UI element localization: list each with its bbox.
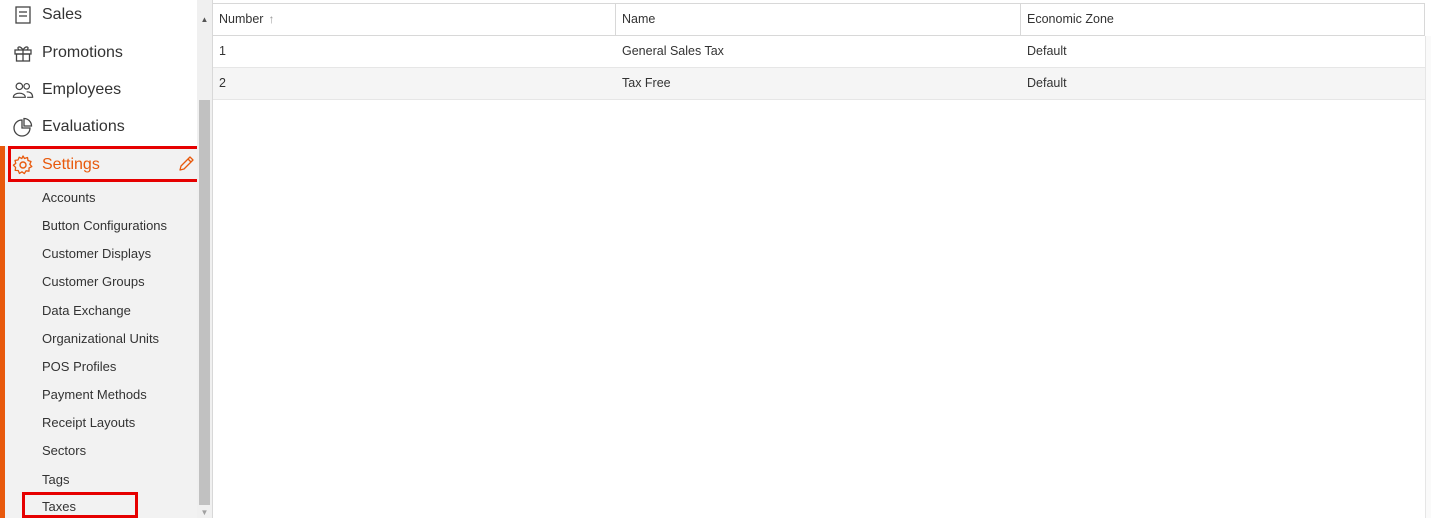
users-icon (12, 79, 34, 101)
taxes-highlight-box (22, 492, 138, 518)
sidebar-item-label: Sales (42, 5, 83, 23)
gift-icon (12, 42, 34, 64)
sidebar-nav: Sales Promotions Employees Evaluations S… (0, 0, 212, 518)
sidebar-item-label: Employees (42, 80, 122, 98)
sidebar-subitem-customer-groups[interactable]: Customer Groups (42, 272, 145, 292)
sidebar-subitem-accounts[interactable]: Accounts (42, 188, 95, 208)
sidebar-subitem-receipt-layouts[interactable]: Receipt Layouts (42, 413, 135, 433)
sidebar: Sales Promotions Employees Evaluations S… (0, 0, 212, 518)
pie-chart-icon (12, 116, 34, 138)
column-header-economic-zone[interactable]: Economic Zone (1021, 4, 1425, 35)
active-indicator (0, 146, 5, 518)
sidebar-scrollbar[interactable]: ▲ ▼ (197, 0, 212, 518)
cell-number: 2 (219, 76, 226, 90)
sidebar-subitem-sectors[interactable]: Sectors (42, 441, 86, 461)
sidebar-subitem-pos-profiles[interactable]: POS Profiles (42, 357, 116, 377)
cell-economic-zone: Default (1027, 44, 1067, 58)
sidebar-subitem-button-configurations[interactable]: Button Configurations (42, 216, 167, 236)
column-header-label: Economic Zone (1027, 12, 1114, 26)
cell-name: General Sales Tax (622, 44, 724, 58)
sidebar-item-label: Evaluations (42, 117, 125, 135)
sidebar-item-employees[interactable]: Employees (0, 71, 197, 108)
cell-economic-zone: Default (1027, 76, 1067, 90)
sidebar-subitem-organizational-units[interactable]: Organizational Units (42, 329, 159, 349)
settings-highlight-box (8, 146, 212, 182)
cell-name: Tax Free (622, 76, 671, 90)
column-header-label: Number (219, 12, 264, 26)
sidebar-subitem-payment-methods[interactable]: Payment Methods (42, 385, 147, 405)
table-header: Number ↑ Name Economic Zone (213, 3, 1425, 36)
column-header-number[interactable]: Number ↑ (213, 4, 616, 35)
sidebar-subitem-tags[interactable]: Tags (42, 470, 69, 490)
sidebar-subitem-customer-displays[interactable]: Customer Displays (42, 244, 151, 264)
scroll-up-arrow-icon[interactable]: ▲ (197, 12, 212, 26)
sidebar-item-evaluations[interactable]: Evaluations (0, 108, 197, 145)
scrollbar-thumb[interactable] (199, 100, 210, 505)
column-header-label: Name (622, 12, 656, 26)
table-row[interactable]: 2 Tax Free Default (213, 68, 1425, 100)
scroll-down-arrow-icon[interactable]: ▼ (197, 506, 212, 518)
sidebar-subitem-data-exchange[interactable]: Data Exchange (42, 301, 131, 321)
sort-ascending-icon: ↑ (268, 12, 275, 26)
table-row[interactable]: 1 General Sales Tax Default (213, 36, 1425, 68)
sidebar-item-promotions[interactable]: Promotions (0, 34, 197, 71)
sidebar-item-label: Promotions (42, 43, 123, 61)
cell-number: 1 (219, 44, 226, 58)
taxes-table: Number ↑ Name Economic Zone 1 General Sal… (212, 0, 1431, 518)
table-scroll-gutter (1425, 36, 1431, 518)
column-header-name[interactable]: Name (616, 4, 1021, 35)
receipt-icon (12, 4, 34, 26)
sidebar-item-sales[interactable]: Sales (0, 0, 197, 33)
